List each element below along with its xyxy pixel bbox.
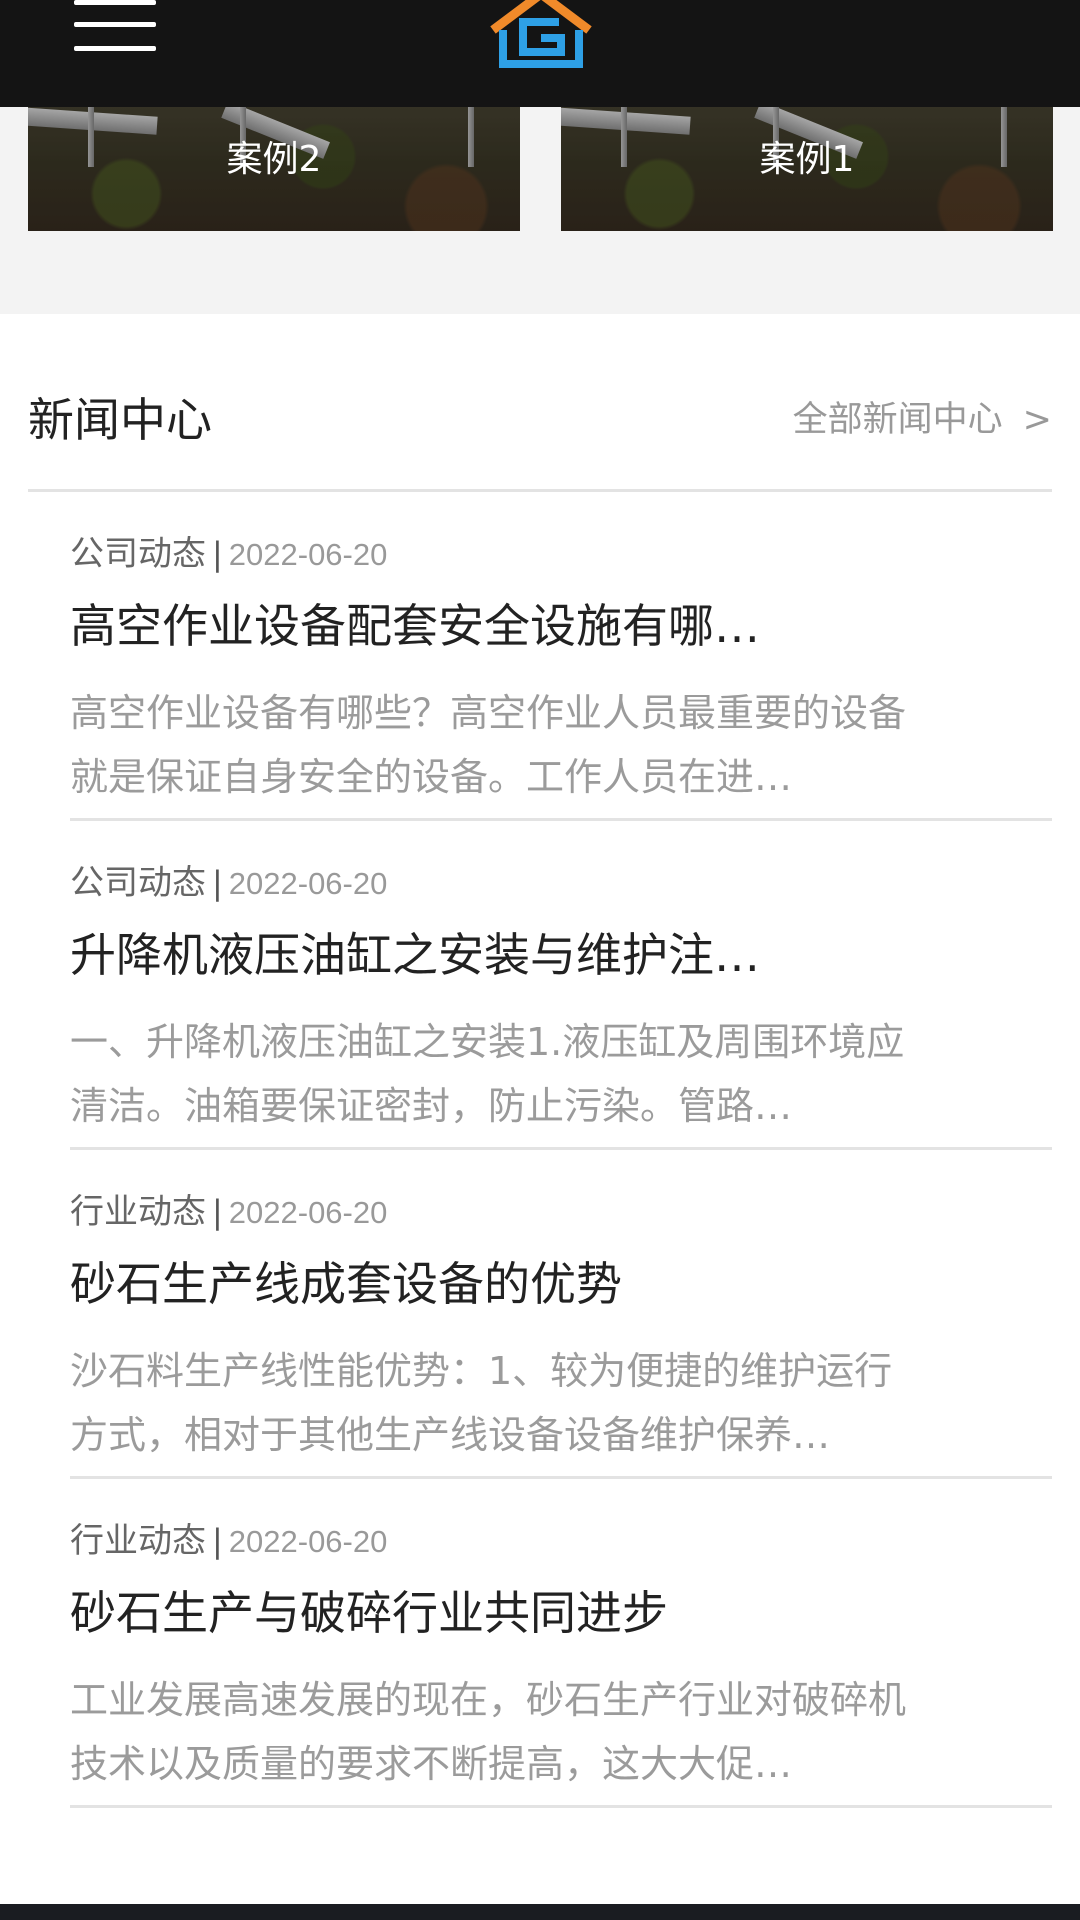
case-label: 案例2 bbox=[226, 139, 322, 180]
news-category: 公司动态 bbox=[70, 534, 206, 574]
meta-separator: | bbox=[212, 1193, 223, 1231]
news-meta: 行业动态 | 2022-06-20 bbox=[70, 1519, 387, 1563]
news-item[interactable]: 公司动态 | 2022-06-20 升降机液压油缸之安装与维护注… 一、升降机液压油… bbox=[70, 821, 1052, 1150]
news-meta: 公司动态 | 2022-06-20 bbox=[70, 532, 387, 576]
news-category: 行业动态 bbox=[70, 1192, 206, 1232]
news-item[interactable]: 公司动态 | 2022-06-20 高空作业设备配套安全设施有哪… 高空作业设备有哪… bbox=[70, 492, 1052, 821]
news-meta: 行业动态 | 2022-06-20 bbox=[70, 1190, 387, 1234]
news-category: 公司动态 bbox=[70, 863, 206, 903]
all-news-link-label: 全部新闻中心 bbox=[792, 400, 1003, 440]
case-card-2[interactable]: 案例2 bbox=[28, 107, 520, 231]
logo-icon bbox=[490, 0, 592, 68]
news-summary-line: 方式，相对于其他生产线设备设备维护保养… bbox=[70, 1413, 831, 1457]
menu-button[interactable] bbox=[62, 0, 166, 60]
news-section-header: 新闻中心 全部新闻中心 > bbox=[28, 390, 1052, 450]
meta-separator: | bbox=[212, 1522, 223, 1560]
news-date: 2022-06-20 bbox=[228, 866, 388, 901]
meta-separator: | bbox=[212, 535, 223, 573]
news-headline[interactable]: 砂石生产与破碎行业共同进步 bbox=[70, 1581, 1052, 1645]
news-section-title: 新闻中心 bbox=[28, 393, 212, 447]
news-date: 2022-06-20 bbox=[228, 1524, 388, 1559]
news-summary-line: 技术以及质量的要求不断提高，这大大促… bbox=[70, 1742, 793, 1786]
cases-section: 案例2 案例1 bbox=[0, 107, 1080, 314]
news-list: 公司动态 | 2022-06-20 高空作业设备配套安全设施有哪… 高空作业设备有哪… bbox=[70, 492, 1052, 1808]
news-summary: 工业发展高速发展的现在，砂石生产行业对破碎机 技术以及质量的要求不断提高，这大大… bbox=[70, 1668, 1052, 1796]
news-headline[interactable]: 升降机液压油缸之安装与维护注… bbox=[70, 923, 1052, 987]
news-summary-line: 就是保证自身安全的设备。工作人员在进… bbox=[70, 755, 793, 799]
news-summary: 沙石料生产线性能优势：1、较为便捷的维护运行 方式，相对于其他生产线设备设备维护… bbox=[70, 1339, 1052, 1467]
meta-separator: | bbox=[212, 864, 223, 902]
case-label: 案例1 bbox=[759, 139, 855, 180]
news-date: 2022-06-20 bbox=[228, 1195, 388, 1230]
news-item[interactable]: 行业动态 | 2022-06-20 砂石生产与破碎行业共同进步 工业发展高速发展的现… bbox=[70, 1479, 1052, 1808]
news-date: 2022-06-20 bbox=[228, 537, 388, 572]
news-summary-line: 一、升降机液压油缸之安装1.液压缸及周围环境应 bbox=[70, 1020, 905, 1064]
news-headline[interactable]: 砂石生产线成套设备的优势 bbox=[70, 1252, 1052, 1316]
news-summary-line: 工业发展高速发展的现在，砂石生产行业对破碎机 bbox=[70, 1678, 907, 1722]
news-summary-line: 清洁。油箱要保证密封，防止污染。管路… bbox=[70, 1084, 793, 1128]
news-category: 行业动态 bbox=[70, 1521, 206, 1561]
all-news-link[interactable]: 全部新闻中心 > bbox=[793, 396, 1052, 444]
company-logo[interactable] bbox=[489, 0, 593, 70]
news-summary-line: 沙石料生产线性能优势：1、较为便捷的维护运行 bbox=[70, 1349, 893, 1393]
chevron-right-icon: > bbox=[1022, 400, 1052, 440]
news-item[interactable]: 行业动态 | 2022-06-20 砂石生产线成套设备的优势 沙石料生产线性能优势：… bbox=[70, 1150, 1052, 1479]
news-summary: 高空作业设备有哪些？高空作业人员最重要的设备 就是保证自身安全的设备。工作人员在… bbox=[70, 681, 1052, 809]
case-card-1[interactable]: 案例1 bbox=[561, 107, 1053, 231]
news-summary: 一、升降机液压油缸之安装1.液压缸及周围环境应 清洁。油箱要保证密封，防止污染。… bbox=[70, 1010, 1052, 1138]
news-headline[interactable]: 高空作业设备配套安全设施有哪… bbox=[70, 594, 1052, 658]
footer-bar bbox=[0, 1904, 1080, 1920]
top-header bbox=[0, 0, 1080, 107]
news-summary-line: 高空作业设备有哪些？高空作业人员最重要的设备 bbox=[70, 691, 907, 735]
news-meta: 公司动态 | 2022-06-20 bbox=[70, 861, 387, 905]
